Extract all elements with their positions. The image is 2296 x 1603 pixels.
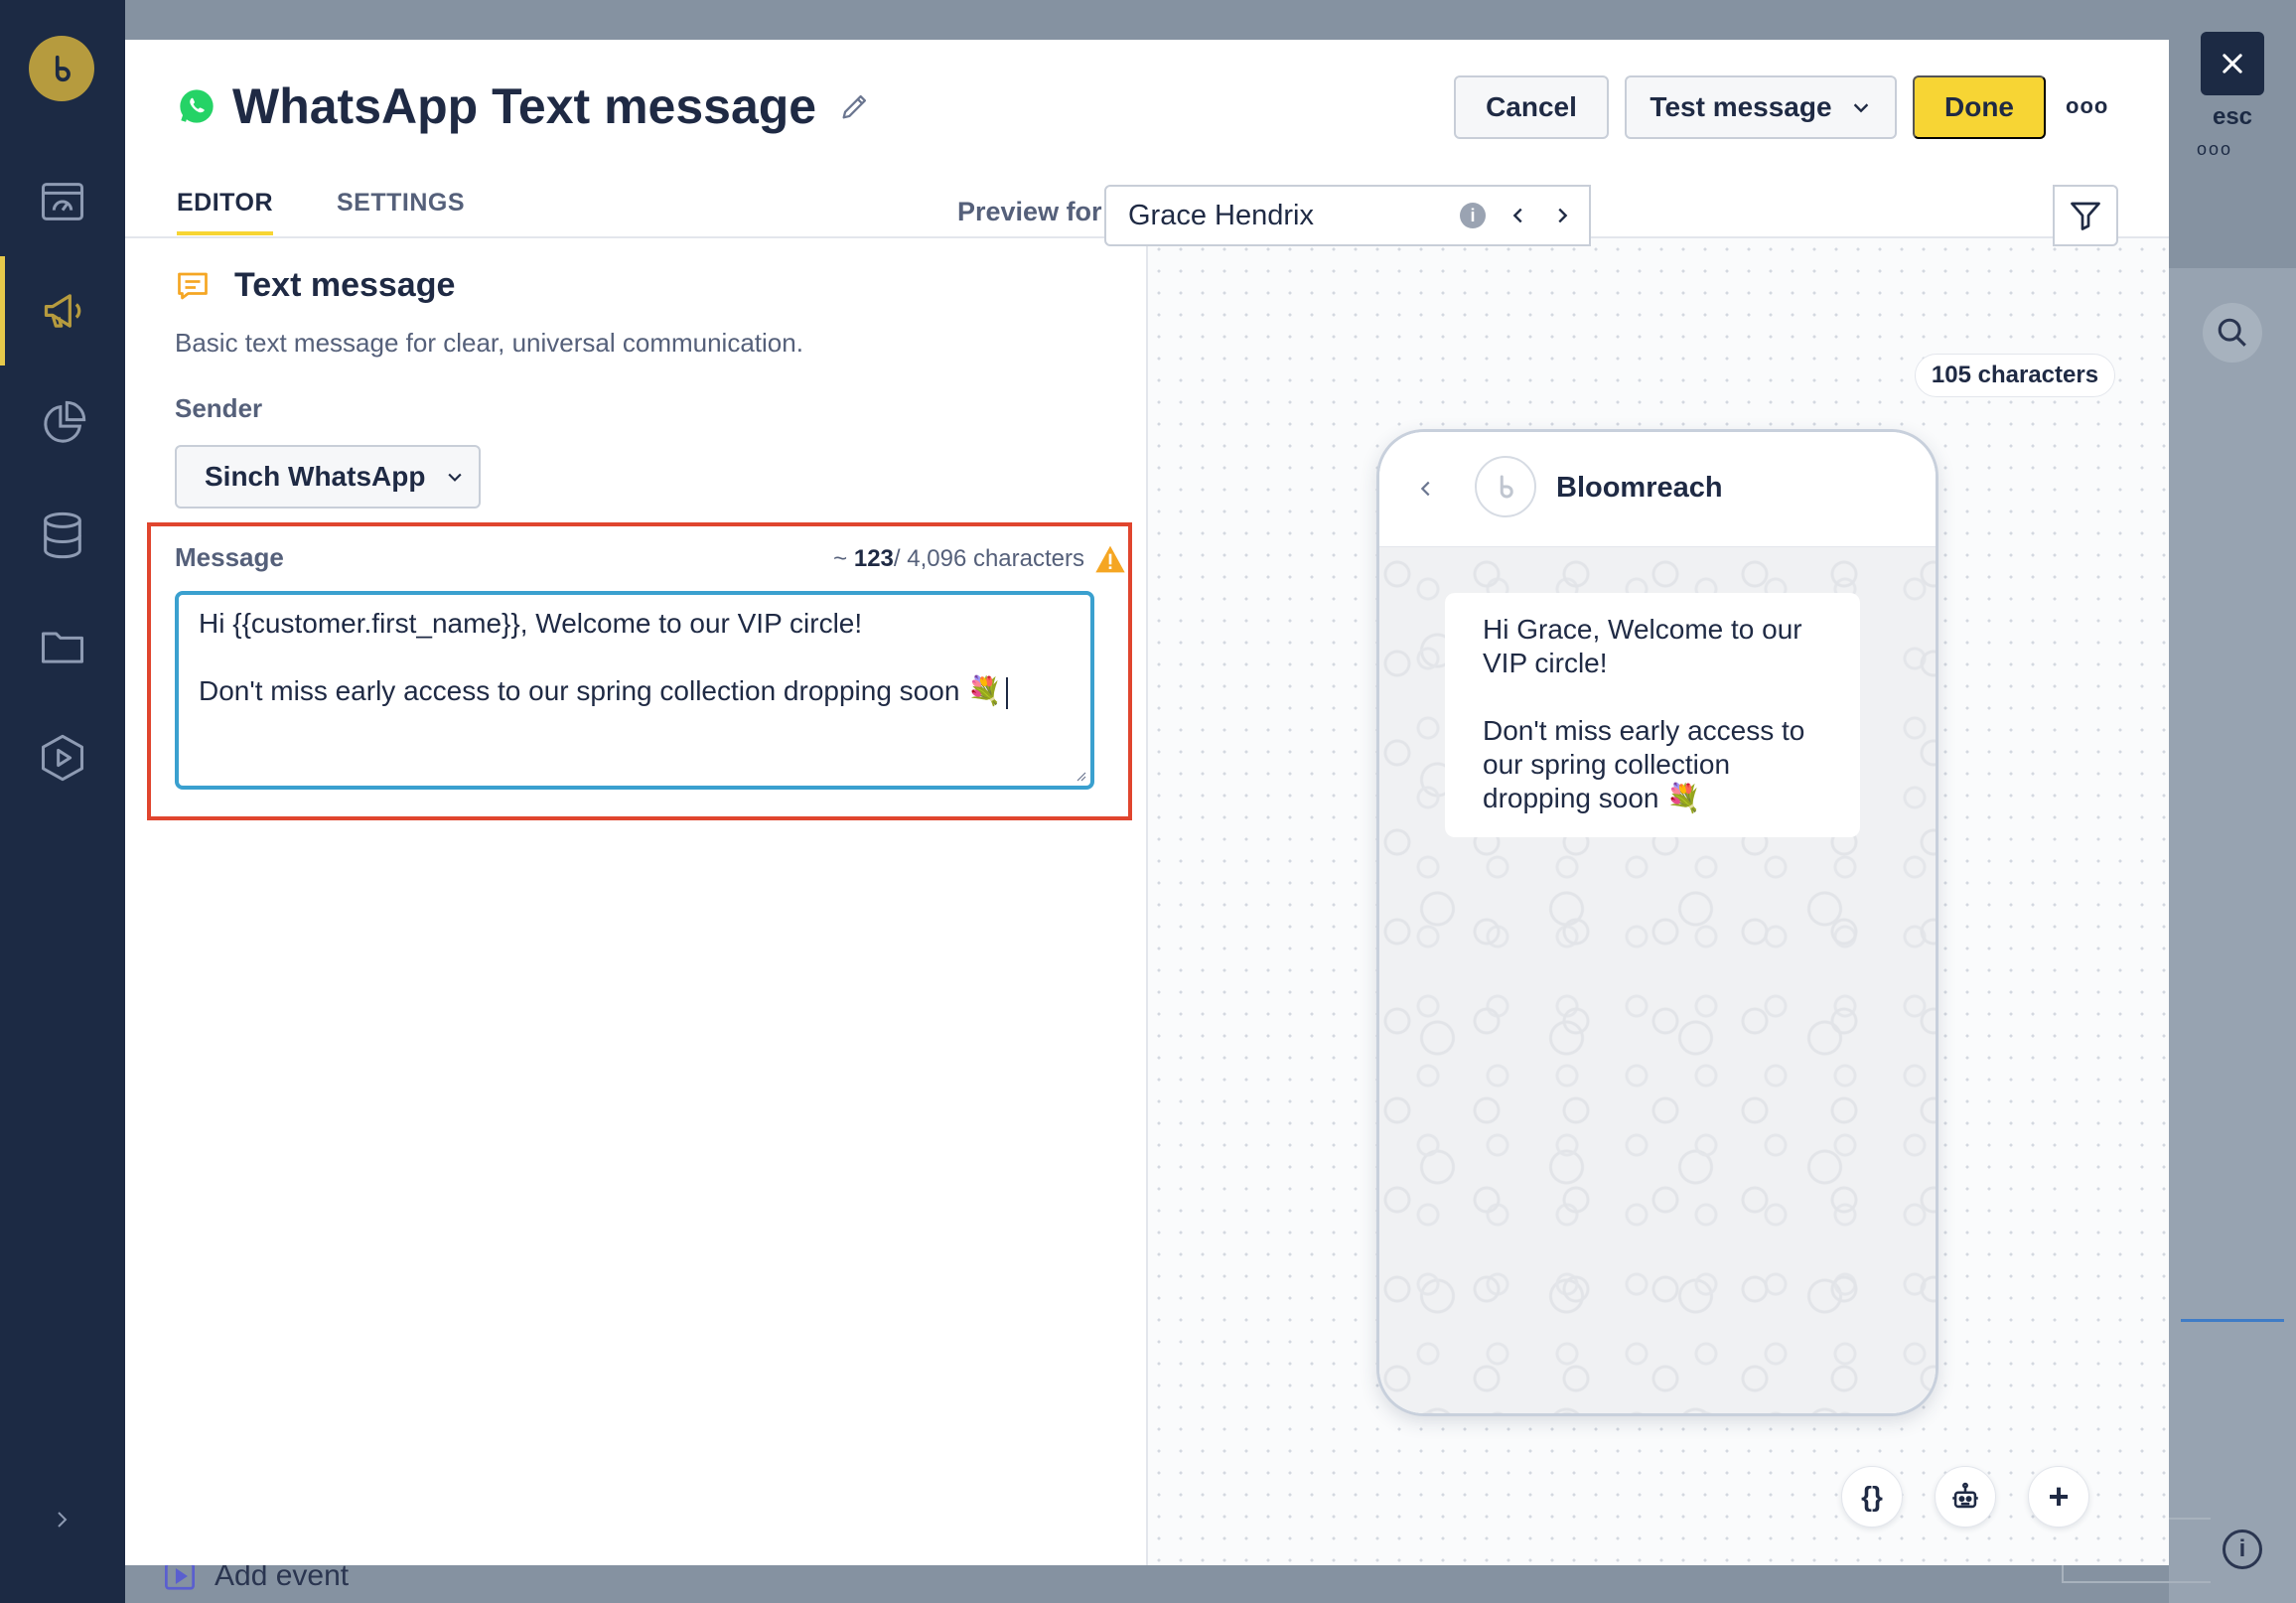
background-search-icon (2203, 303, 2262, 363)
sender-label: Sender (175, 393, 263, 423)
message-character-count: ~ 123/ 4,096 characters (833, 544, 1126, 574)
background-progress-line (2181, 1319, 2284, 1322)
nav-assets[interactable] (0, 592, 125, 701)
nav-scenarios[interactable] (0, 703, 125, 812)
bubble-line-2: Don't miss early access to our spring co… (1483, 715, 1805, 813)
phone-sender-name: Bloomreach (1556, 472, 1723, 504)
message-label: Message (175, 542, 284, 572)
message-line-2: Don't miss early access to our spring co… (199, 675, 1003, 706)
preview-character-count: 105 characters (1915, 354, 2115, 397)
message-editor-modal: WhatsApp Text message Cancel Test messag… (125, 40, 2169, 1565)
chevron-right-icon (58, 1512, 68, 1528)
test-message-label: Test message (1650, 91, 1832, 122)
cancel-button[interactable]: Cancel (1454, 75, 1609, 139)
add-button[interactable]: + (2028, 1466, 2089, 1528)
modal-title-group: WhatsApp Text message (177, 77, 872, 135)
modal-title: WhatsApp Text message (232, 78, 817, 134)
dashboard-icon (41, 183, 84, 220)
tab-editor[interactable]: EDITOR (177, 189, 273, 235)
pencil-icon[interactable] (838, 89, 872, 123)
section-title: Text message (234, 266, 456, 304)
section-header: Text message (175, 266, 455, 305)
ai-assistant-button[interactable] (1935, 1466, 1996, 1528)
nav-expand-button[interactable] (40, 1498, 83, 1541)
sender-select[interactable]: Sinch WhatsApp (175, 445, 481, 509)
bubble-line-1: Hi Grace, Welcome to our VIP circle! (1483, 614, 1802, 678)
nav-analytics[interactable] (0, 369, 125, 479)
phone-preview: Bloomreach Hi Grace, Welcome to our VIP … (1376, 429, 1938, 1416)
chevron-down-icon (448, 473, 463, 482)
braces-icon: {} (1861, 1481, 1883, 1512)
info-icon[interactable]: i (1460, 203, 1486, 228)
sender-value: Sinch WhatsApp (205, 461, 426, 492)
section-description: Basic text message for clear, universal … (175, 328, 803, 358)
preview-customer-name: Grace Hendrix (1128, 199, 1314, 231)
message-bubble: Hi Grace, Welcome to our VIP circle! Don… (1445, 593, 1860, 837)
pie-chart-icon (44, 400, 86, 443)
warning-icon (1095, 545, 1125, 573)
close-icon (2223, 54, 2242, 73)
done-button[interactable]: Done (1913, 75, 2046, 139)
pane-divider (1146, 238, 1148, 1565)
preview-controls: i (1460, 201, 1573, 230)
app-logo[interactable] (29, 36, 94, 101)
count-suffix: / 4,096 characters (893, 545, 1084, 572)
filter-icon (2071, 202, 2100, 230)
personalization-button[interactable]: {} (1841, 1466, 1903, 1528)
nav-campaigns[interactable] (0, 256, 125, 365)
chevron-right-icon[interactable] (1551, 201, 1573, 230)
close-button[interactable] (2201, 32, 2264, 95)
bloomreach-logo-icon (1500, 475, 1513, 499)
back-arrow-icon (1420, 481, 1430, 497)
test-message-button[interactable]: Test message (1625, 75, 1897, 139)
background-more-dots: ooo (2197, 139, 2233, 159)
whatsapp-icon (180, 89, 214, 123)
background-right-panel (2169, 268, 2296, 1603)
chat-bubble-icon (178, 272, 208, 299)
esc-label: esc (2212, 103, 2253, 130)
nav-data[interactable] (0, 481, 125, 590)
play-square-icon (165, 1562, 195, 1590)
megaphone-icon (44, 294, 80, 328)
preview-customer-select[interactable]: Grace Hendrix i (1104, 185, 1591, 246)
sender-avatar (1475, 456, 1536, 517)
play-hexagon-icon (41, 734, 84, 782)
text-caret (1006, 676, 1009, 709)
tab-settings[interactable]: SETTINGS (337, 189, 465, 235)
chevron-down-icon (1853, 103, 1868, 113)
background-info-icon: i (2223, 1530, 2262, 1569)
count-value: 123 (853, 545, 894, 572)
nav-dashboard[interactable] (0, 147, 125, 256)
chevron-left-icon[interactable] (1507, 201, 1529, 230)
chat-background: Hi Grace, Welcome to our VIP circle! Don… (1379, 547, 1936, 1413)
message-line-1: Hi {{customer.first_name}}, Welcome to o… (199, 608, 863, 639)
resize-handle-icon[interactable] (1075, 770, 1086, 782)
robot-icon (1952, 1482, 1978, 1509)
phone-header: Bloomreach (1379, 432, 1936, 547)
more-options-button[interactable]: ooo (2066, 93, 2108, 119)
filter-button[interactable] (2053, 185, 2118, 246)
folder-icon (41, 632, 84, 663)
message-textarea[interactable]: Hi {{customer.first_name}}, Welcome to o… (175, 591, 1094, 790)
plus-icon: + (2048, 1476, 2070, 1517)
preview-for-label: Preview for (957, 197, 1102, 226)
count-prefix: ~ (833, 545, 848, 572)
database-icon (44, 511, 81, 559)
side-navigation (0, 0, 125, 1603)
editor-tabs: EDITOR SETTINGS (177, 189, 465, 235)
